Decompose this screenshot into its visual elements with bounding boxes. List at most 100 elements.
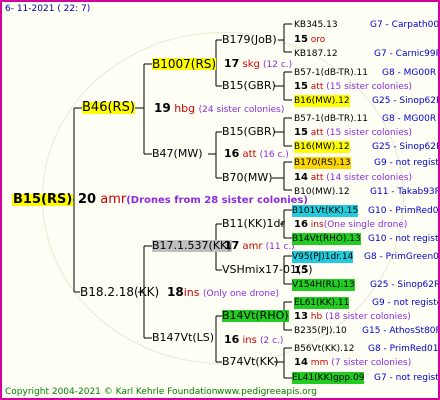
g4-drone-7-num: 13 xyxy=(294,311,308,322)
mother-queen[interactable]: B18.2.18(KK) xyxy=(80,286,159,298)
mff-queen[interactable]: B11(KK)1dr xyxy=(222,218,285,230)
g4-drone-2-num: 15 xyxy=(294,81,308,92)
g4-gen-15: G8 - PrimRed01 xyxy=(368,344,439,354)
g4-gen-10: G10 - not registe xyxy=(368,234,440,244)
g4-queen-5[interactable]: B57-1(dB-TR).11 xyxy=(294,113,368,125)
g4-gen-9: G10 - PrimRed01 xyxy=(368,206,440,216)
mmf-abbr: ins xyxy=(242,335,257,346)
g4-queen-11[interactable]: V95(PJ)1dr.14 xyxy=(292,251,354,263)
g4-gen-7: G9 - not registe xyxy=(374,158,440,168)
father-drone-info: 19 hbg (24 sister colonies) xyxy=(154,102,284,116)
g4-gen-4: G25 - Sinop62R xyxy=(372,96,440,106)
mmf-num: 16 xyxy=(224,333,240,346)
fff-queen[interactable]: B179(JoB) xyxy=(222,34,277,46)
g4-drone-8-abbr: mm xyxy=(310,358,329,368)
mf-num: 17 xyxy=(224,239,240,252)
g4-drone-2-abbr: att xyxy=(310,82,324,92)
g4-drone-7-annotation: (18 sister colonies) xyxy=(325,312,411,322)
g4-queen-3[interactable]: B57-1(dB-TR).11 xyxy=(294,67,368,79)
g4-drone-5: 16 ins(One single drone) xyxy=(294,219,407,231)
g4-gen-8: G11 - Takab93R xyxy=(370,187,440,197)
g4-gen-11: G8 - PrimGreen00 xyxy=(364,252,440,262)
mf-drone-info: 17 amr (11 c.) xyxy=(224,240,295,253)
mother-drone-info: 18ins (Only one drone) xyxy=(167,286,279,300)
g4-gen-16: G7 - not registe xyxy=(374,373,440,383)
g4-drone-5-num: 16 xyxy=(294,219,308,230)
g4-queen-9[interactable]: B101Vt(KK).15 xyxy=(292,205,359,217)
fm-drone-info: 16 att (16 c.) xyxy=(224,148,289,161)
root-abbr: amr xyxy=(100,192,127,207)
g4-drone-3-num: 15 xyxy=(294,127,308,138)
mother-abbr: ins xyxy=(183,286,200,299)
g4-queen-1[interactable]: KB345.13 xyxy=(294,19,338,31)
fm-queen[interactable]: B47(MW) xyxy=(152,148,203,160)
mm-queen[interactable]: B147Vt(LS) xyxy=(152,332,214,344)
g4-drone-5-abbr: ins xyxy=(310,220,324,230)
g4-queen-16[interactable]: EL41(KK)gpp.09 xyxy=(292,372,365,384)
g4-drone-2: 15 att (15 sister colonies) xyxy=(294,81,412,93)
fm-num: 16 xyxy=(224,147,240,160)
g4-gen-12: G25 - Sinop62R xyxy=(370,280,440,290)
father-queen[interactable]: B46(RS) xyxy=(82,101,135,114)
fmf-queen[interactable]: B15(GBR) xyxy=(222,126,276,138)
fff-annotation: (12 c.) xyxy=(263,60,293,70)
g4-queen-7[interactable]: B170(RS).13 xyxy=(294,157,351,169)
g4-gen-1: G7 - Carpath00R xyxy=(370,20,440,30)
father-abbr: hbg xyxy=(174,102,196,115)
g4-drone-1-num: 15 xyxy=(294,34,308,45)
g4-queen-14[interactable]: B235(PJ).10 xyxy=(294,325,347,337)
mf-queen[interactable]: B17.1.537(KK) xyxy=(152,240,232,252)
g4-drone-4-num: 14 xyxy=(294,172,308,183)
g4-drone-2-annotation: (15 sister colonies) xyxy=(326,82,412,92)
fm-annotation: (16 c.) xyxy=(259,150,289,160)
g4-drone-3-abbr: att xyxy=(310,128,324,138)
g4-gen-3: G8 - MG00R xyxy=(382,68,437,78)
g4-drone-6: 15 xyxy=(294,265,308,277)
ffm-queen[interactable]: B15(GBR) xyxy=(222,80,276,92)
g4-queen-8[interactable]: B10(MW).12 xyxy=(294,186,350,198)
fff-num: 17 xyxy=(224,57,240,70)
g4-gen-14: G15 - AthosSt80R xyxy=(362,326,440,336)
footer-site-link[interactable]: www.pedigreeapis.org xyxy=(217,386,317,398)
g4-drone-4: 14 att (14 sister colonies) xyxy=(294,172,412,184)
father-annotation: (24 sister colonies) xyxy=(198,105,285,115)
print-date: 6- 11-2021 ( 22: 7) xyxy=(5,4,91,14)
g4-queen-10[interactable]: B14Vt(RHO).13 xyxy=(292,233,361,245)
mf-abbr: amr xyxy=(242,241,263,252)
g4-drone-4-annotation: (14 sister colonies) xyxy=(326,173,412,183)
g4-gen-6: G25 - Sinop62R xyxy=(372,142,440,152)
mother-annotation: (Only one drone) xyxy=(202,289,280,299)
fff-abbr: skg xyxy=(242,59,260,70)
g4-drone-8: 14 mm (7 sister colonies) xyxy=(294,357,411,369)
g4-drone-4-abbr: att xyxy=(310,173,324,183)
ff-queen[interactable]: B1007(RS) xyxy=(152,58,217,70)
root-queen[interactable]: B15(RS) xyxy=(12,193,74,206)
g4-gen-13: G9 - not registe xyxy=(372,298,440,308)
g4-drone-6-num: 15 xyxy=(294,265,308,276)
mmf-annotation: (2 c.) xyxy=(260,336,284,346)
fmm-queen[interactable]: B70(MW) xyxy=(222,172,273,184)
g4-gen-5: G8 - MG00R xyxy=(382,114,437,124)
mother-num: 18 xyxy=(167,285,184,299)
g4-drone-5-annotation: (One single drone) xyxy=(323,220,408,230)
g4-drone-7-abbr: hb xyxy=(310,312,323,322)
fm-abbr: att xyxy=(242,149,257,160)
footer-copyright: Copyright 2004-2021 © Karl Kehrle Founda… xyxy=(5,387,218,397)
g4-queen-2[interactable]: KB187.12 xyxy=(294,48,338,60)
g4-drone-3-annotation: (15 sister colonies) xyxy=(326,128,412,138)
mmf-drone-info: 16 ins (2 c.) xyxy=(224,334,283,347)
g4-drone-7: 13 hb (18 sister colonies) xyxy=(294,311,411,323)
mf-annotation: (11 c.) xyxy=(265,242,295,252)
g4-drone-3: 15 att (15 sister colonies) xyxy=(294,127,412,139)
g4-queen-6[interactable]: B16(MW).12 xyxy=(294,141,350,153)
g4-drone-8-num: 14 xyxy=(294,357,308,368)
root-drone-info: 20 amr(Drones from 28 sister colonies) xyxy=(78,192,308,207)
g4-drone-1-abbr: oro xyxy=(310,35,326,45)
g4-queen-4[interactable]: B16(MW).12 xyxy=(294,95,350,107)
mmf-queen[interactable]: B14Vt(RHO) xyxy=(222,310,289,322)
g4-queen-12[interactable]: V154H(RL).13 xyxy=(292,279,355,291)
root-annotation: (Drones from 28 sister colonies) xyxy=(126,195,308,206)
g4-queen-13[interactable]: EL61(KK).11 xyxy=(294,297,350,309)
g4-queen-15[interactable]: B56Vt(KK).12 xyxy=(294,343,354,355)
mmm-queen[interactable]: B74Vt(KK) xyxy=(222,356,278,368)
